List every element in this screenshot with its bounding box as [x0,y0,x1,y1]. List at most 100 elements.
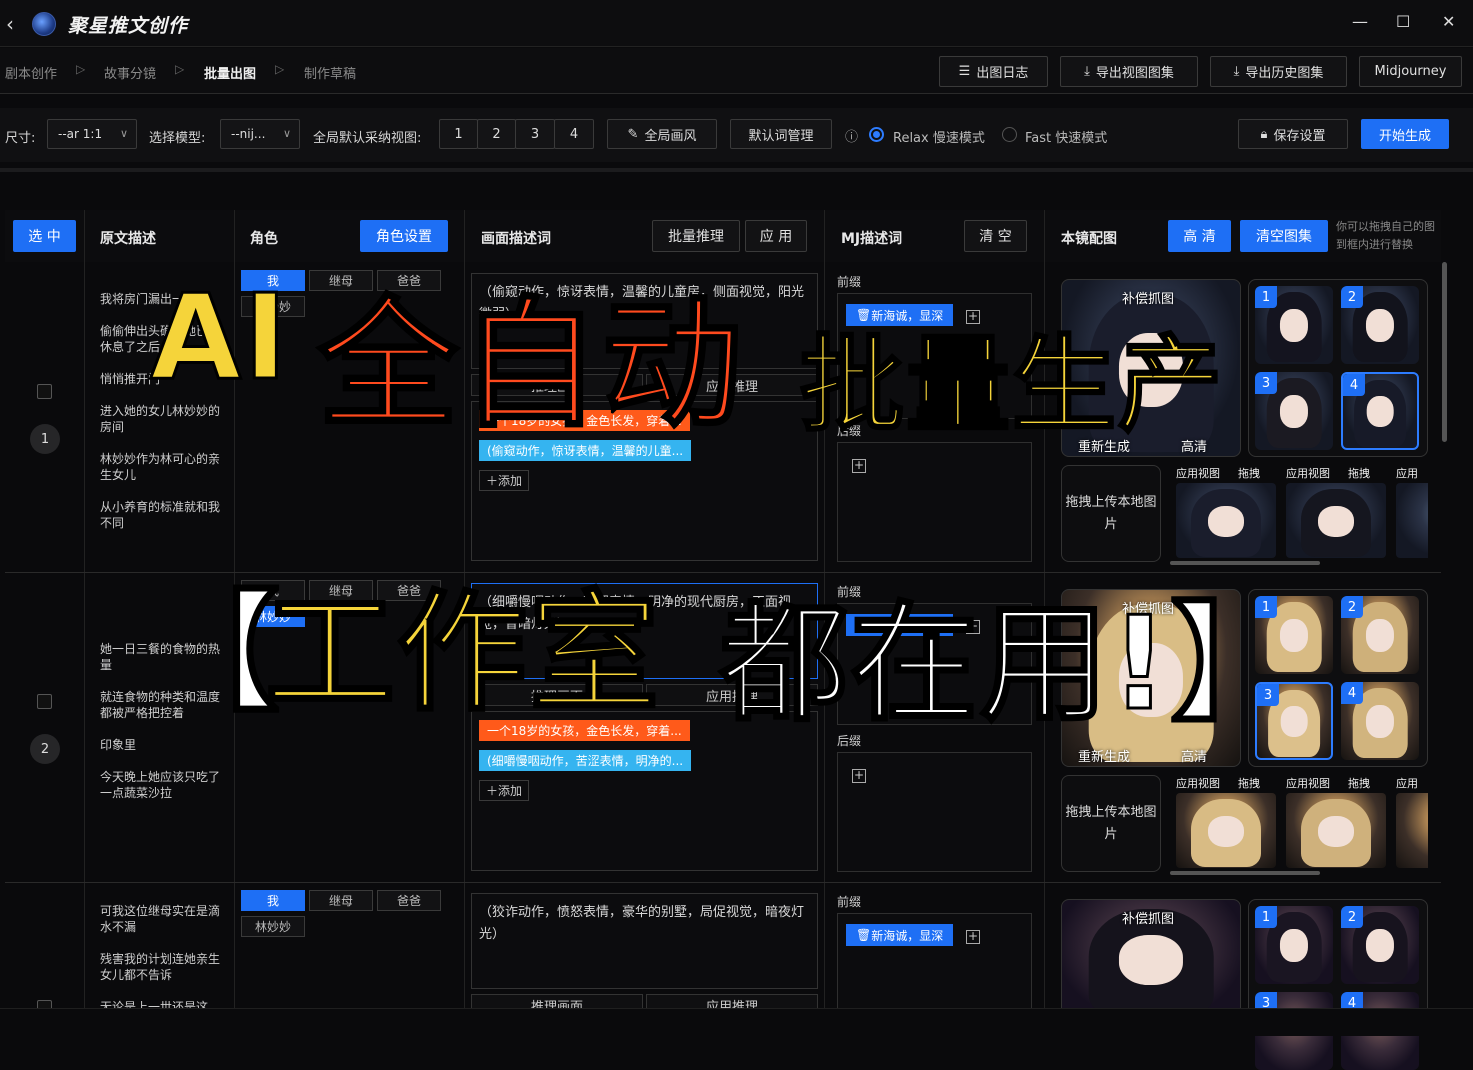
vertical-scrollbar[interactable] [1442,262,1447,442]
prefix-label: 前缀 [837,275,862,289]
global-style-button[interactable]: ✎ 全局画风 [607,119,717,149]
crumb-batch[interactable]: 批量出图 [204,63,256,82]
model-select[interactable]: --nij... ∨ [220,119,300,149]
plus-icon[interactable]: + [852,769,866,783]
help-icon[interactable]: ⓘ [845,126,858,145]
view-image[interactable] [1286,483,1386,558]
thumb-2[interactable]: 2 [1341,286,1419,364]
batch-infer-button[interactable]: 批量推理 [652,220,740,252]
thumb-4[interactable]: 4 [1341,682,1419,760]
view-option-3[interactable]: 3 [515,119,555,149]
scene-tag[interactable]: (细嚼慢咽动作，苦涩表情，明净的... [479,750,692,771]
export-view-button[interactable]: ⤓ 导出视图图集 [1060,56,1198,87]
apply-view-label[interactable]: 应用视图 [1176,775,1220,791]
apply-button[interactable]: 应 用 [745,220,807,252]
add-tag-button[interactable]: ＋添加 [479,780,530,801]
prompt-textarea[interactable]: （狡诈动作，愤怒表情，豪华的别墅，局促视觉，暗夜灯光） [471,893,818,989]
prompt-manage-button[interactable]: 默认词管理 [730,119,832,149]
col-desc-header: 原文描述 [100,231,156,247]
crumb-arrow-icon: ▷ [175,62,185,76]
row-checkbox[interactable] [37,694,52,709]
drag-label[interactable]: 拖拽 [1348,775,1370,791]
apply-view-label[interactable]: 应用视图 [1286,775,1330,791]
engine-button[interactable]: Midjourney [1359,56,1462,87]
clear-gallery-button[interactable]: 清空图集 [1240,220,1328,252]
add-tag-button[interactable]: ＋添加 [479,470,530,491]
hd-button[interactable]: 高 清 [1168,220,1231,252]
view-option-2[interactable]: 2 [477,119,516,149]
thumb-number: 2 [1341,286,1363,308]
crumb-draft[interactable]: 制作草稿 [304,63,356,82]
fast-radio[interactable] [1002,127,1017,142]
suffix-box[interactable]: + [837,752,1032,872]
view-image[interactable] [1176,793,1276,868]
role-father[interactable]: 爸爸 [377,890,441,911]
plus-icon[interactable]: + [966,930,980,944]
list-icon: ☰ [958,64,971,79]
role-stepmother[interactable]: 继母 [309,890,373,911]
download-icon: ⤓ [1084,64,1090,79]
plus-icon[interactable]: + [852,459,866,473]
apply-view-label[interactable]: 应用视图 [1176,465,1220,481]
upload-box[interactable]: 拖拽上传本地图片 [1061,465,1161,562]
view-image[interactable] [1286,793,1386,868]
app-title: 聚星推文创作 [68,15,189,37]
drag-label[interactable]: 拖拽 [1238,775,1260,791]
size-select[interactable]: --ar 1:1 ∨ [47,119,137,149]
row-checkbox[interactable] [37,384,52,399]
suffix-box[interactable]: + [837,442,1032,562]
view-image[interactable] [1396,793,1428,868]
horizontal-scrollbar[interactable] [1170,871,1320,875]
upload-box[interactable]: 拖拽上传本地图片 [1061,775,1161,872]
crumb-arrow-icon: ▷ [76,62,86,76]
thumb-number: 4 [1341,682,1363,704]
view-image[interactable] [1396,483,1428,558]
thumb-3[interactable]: 3 [1255,372,1333,450]
log-button[interactable]: ☰ 出图日志 [939,56,1048,87]
relax-radio[interactable] [869,127,884,142]
drag-label[interactable]: 拖拽 [1238,465,1260,481]
clear-button[interactable]: 清 空 [964,220,1027,252]
export-history-button[interactable]: ⤓ 导出历史图集 [1210,56,1347,87]
main-image[interactable]: 补偿抓图 [1061,899,1241,1019]
role-linmiaomiao[interactable]: 林妙妙 [241,916,305,937]
save-settings-button[interactable]: 🔒︎ 保存设置 [1238,119,1348,149]
role-me[interactable]: 我 [241,890,305,911]
thumb-1[interactable]: 1 [1255,286,1333,364]
back-arrow-icon[interactable]: ‹ [6,12,14,36]
minimize-icon[interactable]: — [1352,12,1368,31]
close-icon[interactable]: ✕ [1442,12,1455,31]
maximize-icon[interactable]: ☐ [1396,12,1410,31]
thumb-4[interactable]: 4 [1341,372,1419,450]
crumb-storyboard[interactable]: 故事分镜 [104,63,156,82]
thumb-2[interactable]: 2 [1341,596,1419,674]
apply-view-label[interactable]: 应用视图 [1286,465,1330,481]
settings-toolbar: 尺寸: --ar 1:1 ∨ 选择模型: --nij... ∨ 全局默认采纳视图: … [0,108,1473,162]
view-label: 全局默认采纳视图: [313,131,422,146]
fast-label[interactable]: Fast 快速模式 [1025,127,1107,146]
drag-hint: 你可以拖拽自己的图到框内进行替换 [1336,220,1435,251]
trash-icon[interactable]: 🗑︎ [856,928,871,942]
overlay-batch: 批量生产 [798,323,1225,448]
view-option-1[interactable]: 1 [439,119,478,149]
drag-label[interactable]: 拖拽 [1348,465,1370,481]
desc-line: 印象里 [100,738,137,752]
view-image[interactable] [1176,483,1276,558]
view-option-4[interactable]: 4 [554,119,594,149]
desc-line: 残害我的计划连她亲生女儿都不告诉 [100,952,221,982]
thumb-2[interactable]: 2 [1341,906,1419,984]
row-number: 2 [30,734,60,764]
chevron-down-icon: ∨ [282,127,291,140]
regenerate-label[interactable]: 重新生成 [1078,746,1130,765]
relax-label[interactable]: Relax 慢速模式 [893,127,985,146]
hd-label[interactable]: 高清 [1181,746,1207,765]
prefix-box[interactable]: 🗑︎ 新海诚，显深 + [837,913,1032,1013]
desc-line: 林妙妙作为林可心的亲生女儿 [100,452,221,482]
crumb-script[interactable]: 剧本创作 [5,63,57,82]
style-tag[interactable]: 🗑︎ 新海诚，显深 [846,924,954,946]
thumb-1[interactable]: 1 [1255,906,1333,984]
start-generate-button[interactable]: 开始生成 [1361,119,1449,149]
select-all-button[interactable]: 选 中 [13,220,76,252]
role-settings-button[interactable]: 角色设置 [360,220,448,252]
fill-image-label[interactable]: 补偿抓图 [1122,908,1174,927]
